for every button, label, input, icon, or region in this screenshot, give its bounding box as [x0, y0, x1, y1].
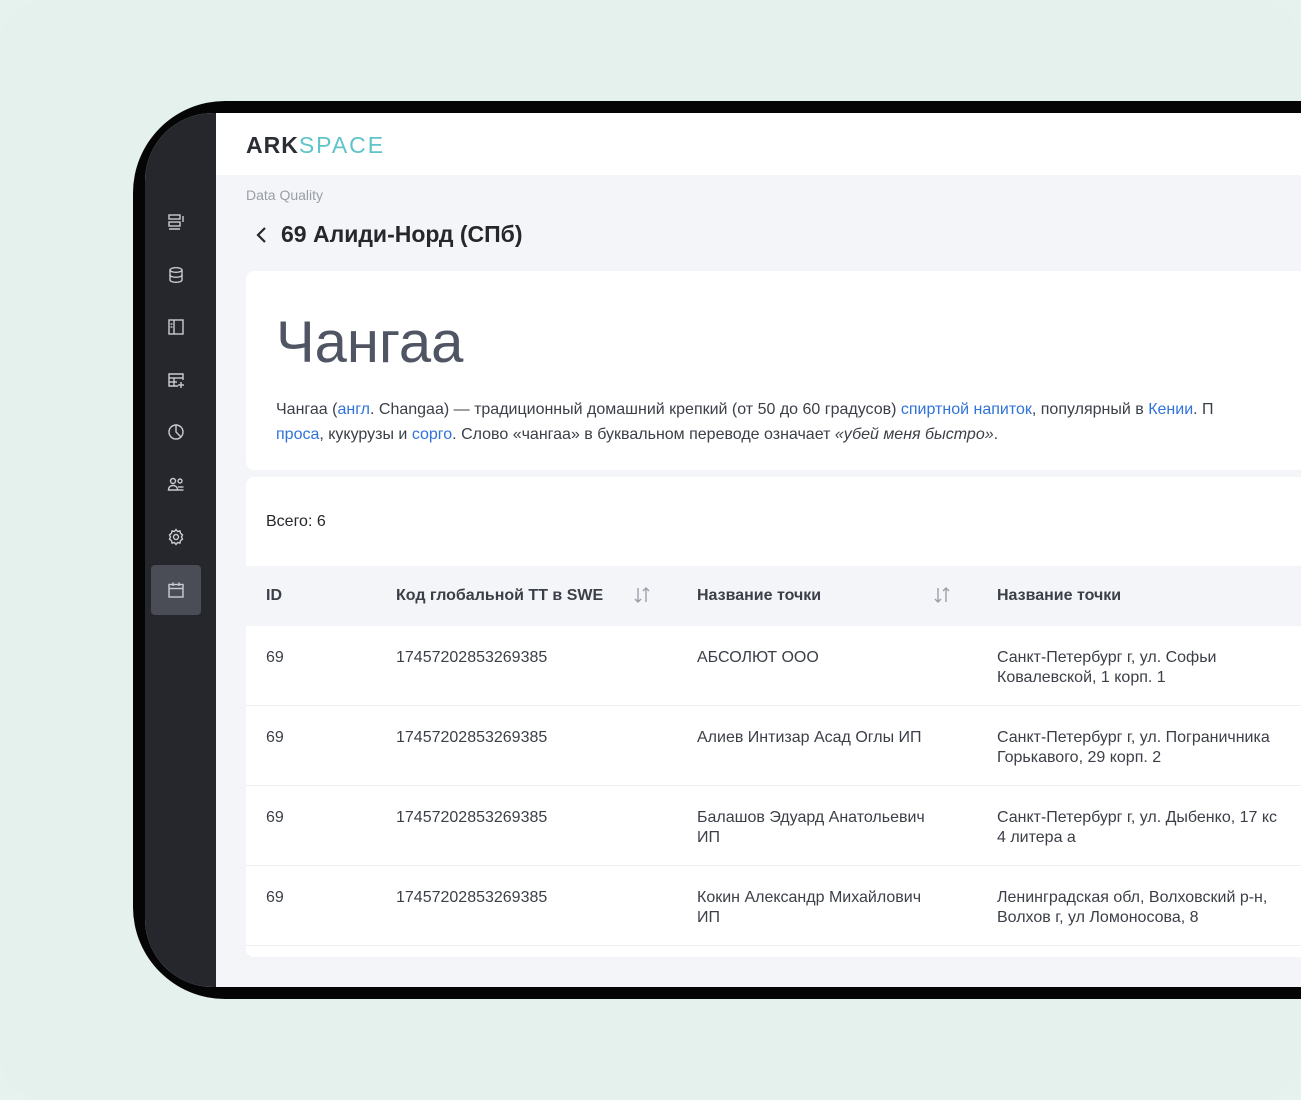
text-fragment: , кукурузы и [319, 426, 412, 443]
reports-icon [168, 214, 184, 230]
cell-global-code: 17457202853269385 [396, 729, 548, 746]
link-millet[interactable]: проса [276, 426, 319, 443]
link-spirit-drink[interactable]: спиртной напиток [901, 401, 1032, 418]
top-bar: ARKSPACE [216, 113, 1301, 175]
page-title: 69 Алиди-Норд (СПб) [281, 221, 523, 247]
users-icon [167, 477, 184, 491]
sidebar-item-settings[interactable] [151, 512, 201, 562]
text-fragment: . Слово «чангаа» в буквальном переводе о… [452, 426, 835, 443]
calendar-icon [168, 582, 184, 598]
description-line-2: проса, кукурузы и сорго. Слово «чангаа» … [276, 422, 1301, 447]
cell-global-code: 17457202853269385 [396, 889, 548, 906]
link-kenya[interactable]: Кении [1148, 401, 1193, 418]
description-card: Чангаа Чангаа (англ. Changaa) — традицио… [246, 271, 1301, 470]
description-text: Чангаа (англ. Changaa) — традиционный до… [276, 397, 1301, 447]
cell-point-name: Кокин Александр Михайлович ИП [697, 889, 922, 926]
column-header-global-code[interactable]: Код глобальной ТТ в SWE [396, 587, 603, 605]
sidebar-item-catalog[interactable] [151, 302, 201, 352]
text-fragment: . [993, 426, 999, 443]
text-fragment: . П [1193, 401, 1214, 418]
breadcrumb[interactable]: Data Quality [246, 187, 323, 203]
link-engl[interactable]: англ [337, 401, 370, 418]
sidebar [145, 113, 216, 987]
sidebar-item-tables[interactable] [151, 355, 201, 405]
description-line-1: Чангаа (англ. Changaa) — традиционный до… [276, 397, 1301, 422]
table-header: ID Код глобальной ТТ в SWE Название точк… [246, 566, 1301, 626]
sidebar-item-database[interactable] [151, 250, 201, 300]
cell-point-name: АБСОЛЮТ ООО [697, 649, 819, 666]
text-fragment: . Changaa) — традиционный домашний крепк… [370, 401, 901, 418]
table-row[interactable]: 69 17457202853269385 АБСОЛЮТ ООО Санкт-Пете… [246, 626, 1301, 706]
table-row[interactable]: 69 17457202853269385 Алиев Интизар Асад Ог… [246, 706, 1301, 786]
database-icon [169, 267, 183, 284]
table-row[interactable]: 69 17457202853269385 Балашов Эдуард Анатол… [246, 786, 1301, 866]
gear-icon [168, 528, 184, 546]
logo-ark: ARK [246, 132, 299, 158]
cell-global-code: 17457202853269385 [396, 649, 548, 666]
book-icon [168, 319, 184, 335]
sidebar-item-calendar[interactable] [151, 565, 201, 615]
sidebar-item-users[interactable] [151, 460, 201, 510]
table-row[interactable]: 69 17457202853269385 Кокин Александр Михай… [246, 866, 1301, 946]
cell-point-address: Ленинградская обл, Волховский р-н, Волхо… [997, 889, 1268, 926]
pie-chart-icon [168, 424, 184, 440]
link-sorghum[interactable]: сорго [412, 426, 452, 443]
text-italic: «убей меня быстро» [834, 426, 994, 443]
cell-global-code: 17457202853269385 [396, 809, 548, 826]
column-header-point-name[interactable]: Название точки [697, 587, 821, 605]
text-fragment: , популярный в [1031, 401, 1149, 418]
cell-id: 69 [266, 889, 284, 906]
description-heading: Чангаа [276, 310, 464, 375]
table-add-icon [168, 373, 184, 388]
cell-id: 69 [266, 649, 284, 666]
app-logo[interactable]: ARKSPACE [246, 132, 385, 159]
cell-point-address: Санкт-Петербург г, ул. Пограничника Горь… [997, 729, 1270, 766]
column-header-id[interactable]: ID [266, 587, 282, 605]
cell-point-name: Балашов Эдуард Анатольевич ИП [697, 809, 925, 846]
points-table-card: Всего: 6 ID Код глобальной ТТ в SWE Назв… [246, 477, 1301, 957]
text-fragment: Чангаа ( [276, 401, 338, 418]
cell-id: 69 [266, 729, 284, 746]
cell-point-address: Санкт-Петербург г, ул. Дыбенко, 17 кс 4 … [997, 809, 1278, 846]
back-button[interactable] [252, 225, 270, 245]
sidebar-item-reports[interactable] [151, 197, 201, 247]
logo-space: SPACE [298, 132, 386, 158]
sort-icon[interactable] [932, 585, 952, 605]
cell-id: 69 [266, 809, 284, 826]
sort-icon[interactable] [632, 585, 652, 605]
column-header-point-address[interactable]: Название точки [997, 587, 1121, 605]
sidebar-item-analytics[interactable] [151, 407, 201, 457]
chevron-left-icon [256, 227, 266, 243]
total-count: Всего: 6 [266, 513, 326, 530]
cell-point-name: Алиев Интизар Асад Оглы ИП [697, 729, 922, 746]
app-screen: ARKSPACE Data Quality 69 Алиди-Норд (СПб… [145, 113, 1301, 987]
cell-point-address: Санкт-Петербург г, ул. Софьи Ковалевской… [997, 649, 1217, 686]
